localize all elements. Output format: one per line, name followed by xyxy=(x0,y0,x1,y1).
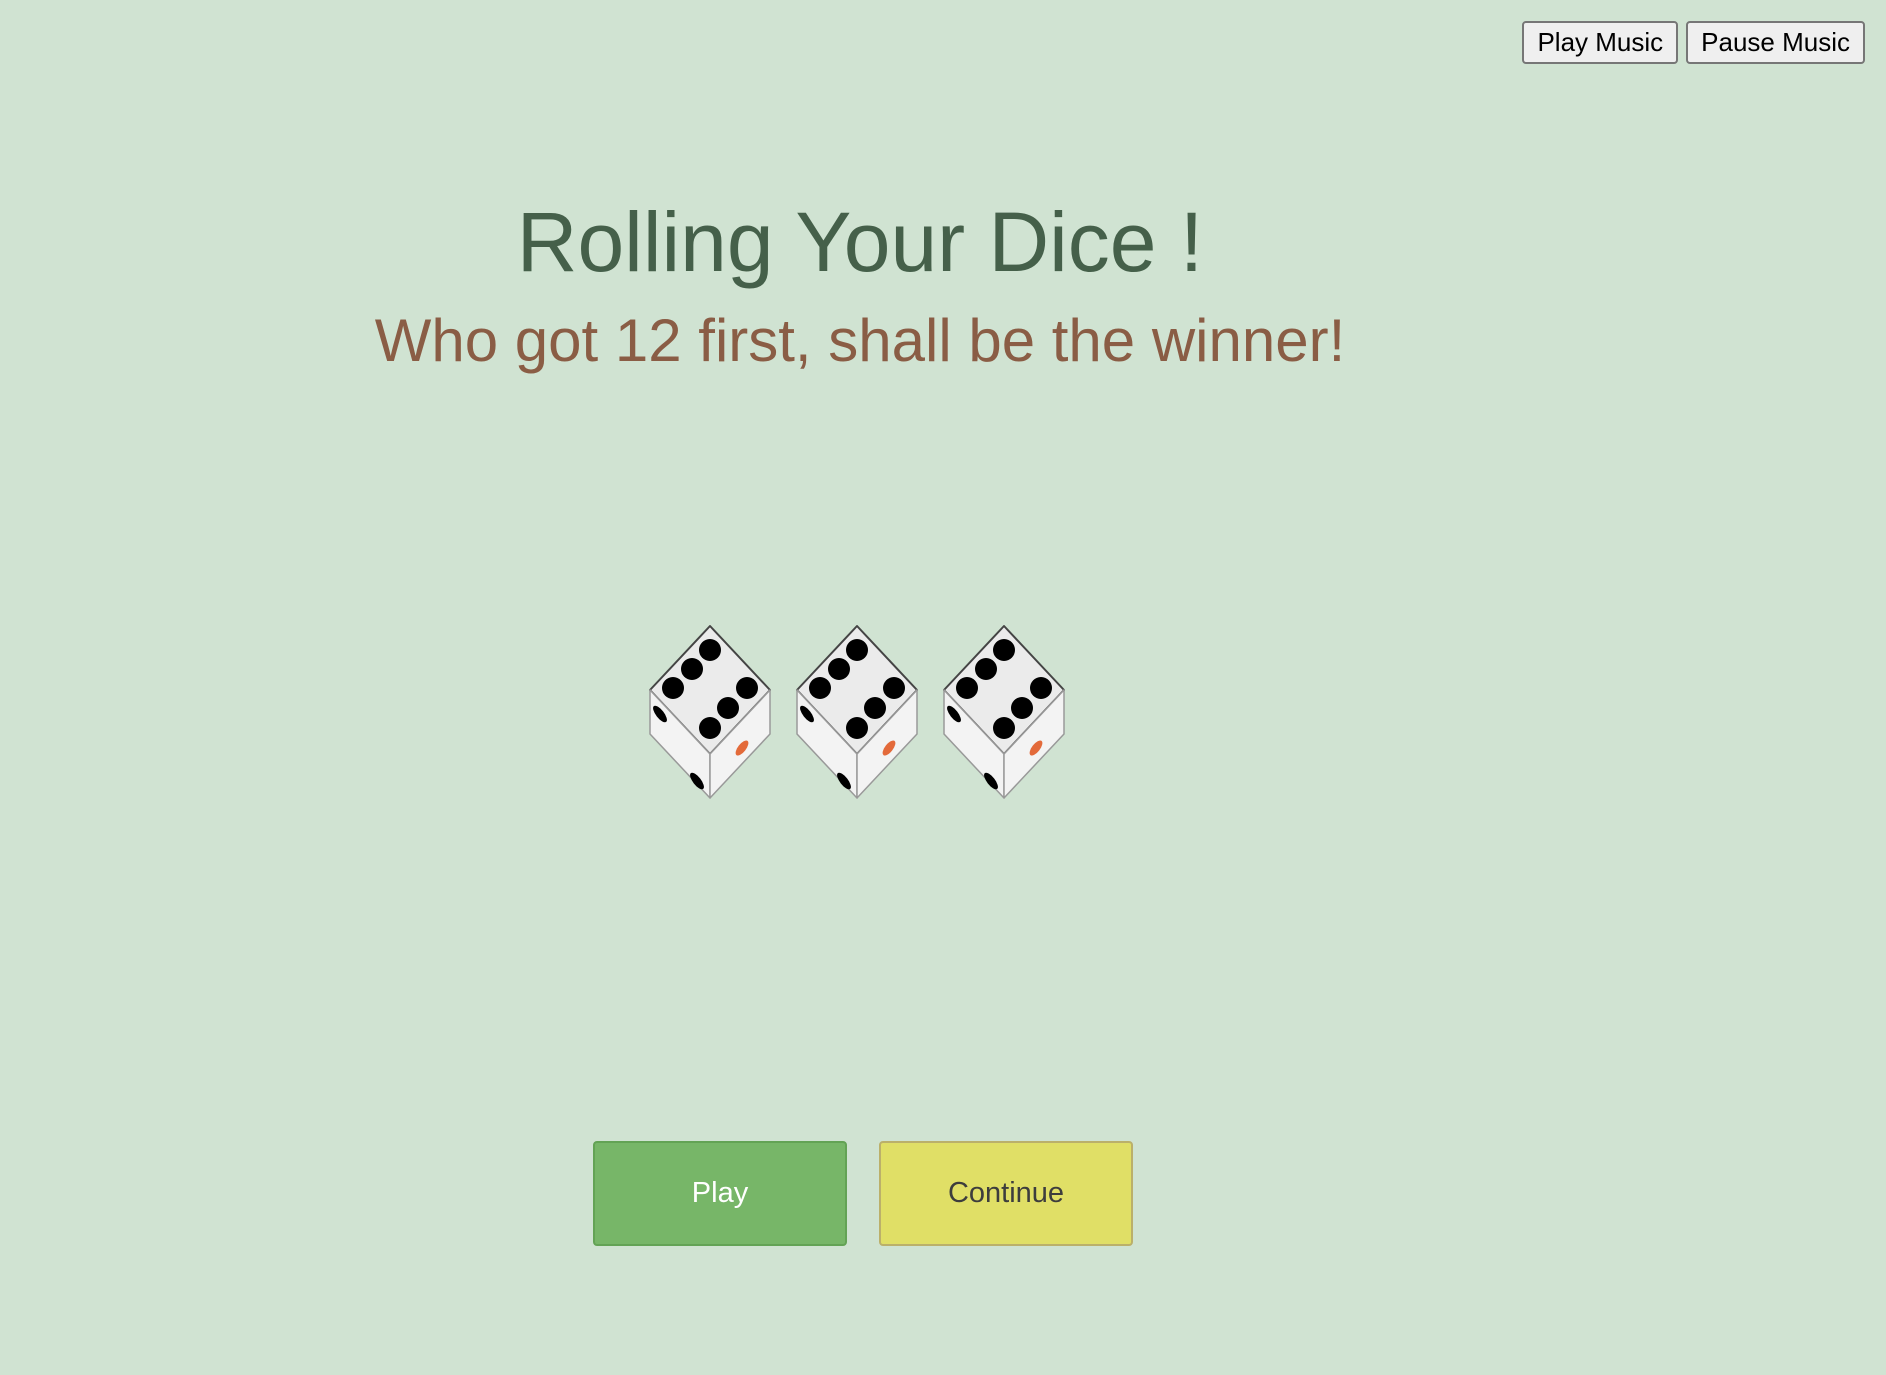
continue-button[interactable]: Continue xyxy=(879,1141,1133,1246)
die-icon xyxy=(943,625,1065,799)
play-button[interactable]: Play xyxy=(593,1141,847,1246)
pause-music-button[interactable]: Pause Music xyxy=(1686,21,1865,64)
die-icon xyxy=(796,625,918,799)
die-icon xyxy=(649,625,771,799)
play-music-button[interactable]: Play Music xyxy=(1522,21,1679,64)
action-buttons: Play Continue xyxy=(593,1141,1133,1246)
page-title: Rolling Your Dice ! xyxy=(516,195,1204,289)
music-controls: Play Music Pause Music xyxy=(1522,21,1865,64)
page-subtitle: Who got 12 first, shall be the winner! xyxy=(374,307,1346,374)
dice-row xyxy=(645,622,1069,802)
